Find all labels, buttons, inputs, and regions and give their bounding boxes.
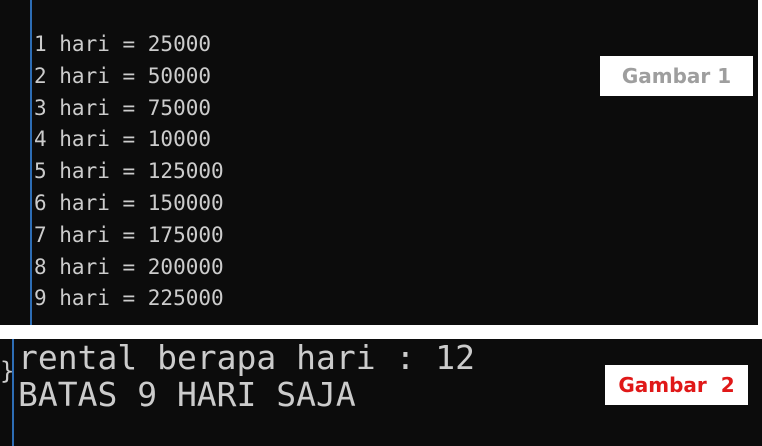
console-line: 3 hari = 75000 — [34, 95, 212, 120]
console-line: 2 hari = 50000 — [34, 63, 212, 88]
editor-margin-line — [30, 0, 32, 325]
console-line: 7 hari = 175000 — [34, 222, 224, 247]
console-line: 5 hari = 125000 — [34, 159, 224, 184]
console-message-line: BATAS 9 HARI SAJA — [18, 375, 356, 414]
console-output-gambar-2: rental berapa hari : 12 BATAS 9 HARI SAJ… — [18, 339, 475, 413]
console-line: 4 hari = 10000 — [34, 127, 212, 152]
figure-label-gambar-1: Gambar 1 — [600, 56, 753, 96]
console-line: 6 hari = 150000 — [34, 190, 224, 215]
console-prompt-line: rental berapa hari : 12 — [18, 339, 475, 377]
console-line: 1 hari = 25000 — [34, 32, 212, 56]
console-line: 9 hari = 225000 — [34, 286, 224, 311]
console-window-gambar-1: 1 hari = 25000 2 hari = 50000 3 hari = 7… — [0, 0, 758, 325]
editor-margin-line — [12, 339, 14, 446]
console-line: 8 hari = 200000 — [34, 254, 224, 279]
screenshot-page: 1 hari = 25000 2 hari = 50000 3 hari = 7… — [0, 0, 762, 446]
figure-label-gambar-2: Gambar 2 — [605, 365, 748, 405]
console-output-gambar-1: 1 hari = 25000 2 hari = 50000 3 hari = 7… — [34, 29, 224, 315]
